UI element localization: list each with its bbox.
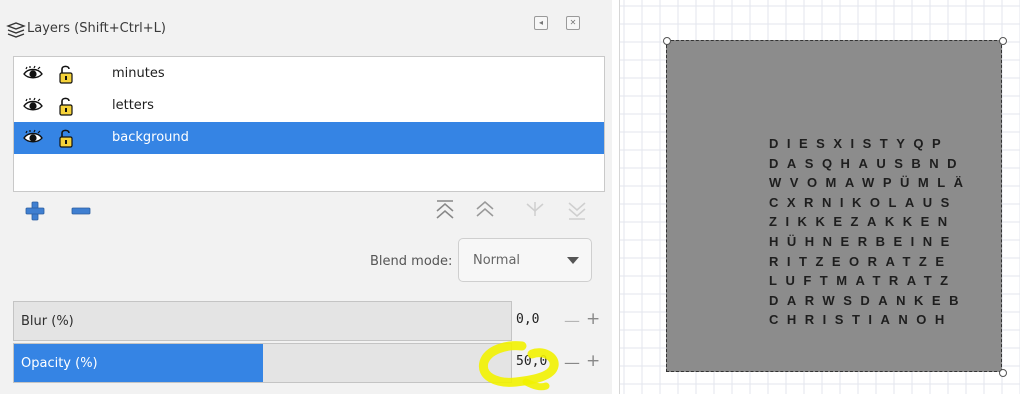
blend-mode-value: Normal <box>473 253 521 268</box>
letter-row: RITZEORATZE <box>769 253 953 269</box>
layer-name[interactable]: letters <box>112 98 154 113</box>
eye-icon[interactable] <box>22 129 44 145</box>
letter-row: CXRNIKOLAUS <box>769 194 958 210</box>
selection-handle[interactable] <box>999 37 1007 45</box>
blend-mode-select[interactable]: Normal <box>458 238 592 282</box>
layer-row[interactable]: letters <box>14 90 604 122</box>
chevron-down-icon <box>567 257 579 264</box>
letter-row: CHRISTIANOH <box>769 312 953 328</box>
blur-value[interactable]: 0,0 <box>516 312 539 327</box>
dock-panel-icon[interactable]: ◂ <box>534 16 548 30</box>
layers-panel: Layers (Shift+Ctrl+L) ◂ ✕ minutes letters… <box>0 0 612 394</box>
letter-row: LUFTMATRATZ <box>769 273 957 289</box>
selection-handle[interactable] <box>999 369 1007 377</box>
blur-slider[interactable]: Blur (%) <box>13 301 512 341</box>
opacity-slider[interactable]: Opacity (%) <box>13 343 512 383</box>
blur-slider-row: Blur (%) 0,0 — + <box>13 301 607 341</box>
lower-to-bottom-icon[interactable] <box>566 198 588 222</box>
letter-grid: DIESXISTYQP DASQHAUSBND WVOMAWPÜMLÄ CXRNIKO… <box>769 136 972 332</box>
background-rectangle[interactable]: DIESXISTYQP DASQHAUSBND WVOMAWPÜMLÄ CXRNIKO… <box>666 40 1002 372</box>
panel-title: Layers (Shift+Ctrl+L) <box>27 21 167 36</box>
layer-row[interactable]: background <box>14 122 604 154</box>
highlighter-scribble <box>478 341 559 391</box>
unlock-icon[interactable] <box>58 96 74 116</box>
lower-icon[interactable] <box>524 198 546 222</box>
opacity-decrement-button[interactable]: — <box>564 353 580 372</box>
drawing-canvas[interactable]: DIESXISTYQP DASQHAUSBND WVOMAWPÜMLÄ CXRNIKO… <box>619 0 1020 394</box>
add-layer-icon[interactable] <box>24 200 46 222</box>
raise-to-top-icon[interactable] <box>434 198 456 222</box>
unlock-icon[interactable] <box>58 64 74 84</box>
letter-row: WVOMAWPÜMLÄ <box>769 175 972 191</box>
letter-row: ZIKKEZAKKEN <box>769 214 956 230</box>
letter-row: DASQHAUSBND <box>769 155 966 171</box>
unlock-icon[interactable] <box>58 128 74 148</box>
layer-name[interactable]: background <box>112 130 189 145</box>
letter-row: DARWSDANKEB <box>769 292 967 308</box>
close-panel-icon[interactable]: ✕ <box>566 16 580 30</box>
layer-name[interactable]: minutes <box>112 66 165 81</box>
layers-icon <box>6 22 26 38</box>
blend-mode-label: Blend mode: <box>370 254 453 269</box>
opacity-label: Opacity (%) <box>21 356 98 371</box>
raise-icon[interactable] <box>474 198 496 222</box>
layer-list: minutes letters background <box>13 56 605 192</box>
panel-title-bar: Layers (Shift+Ctrl+L) ◂ ✕ <box>0 0 612 48</box>
blur-decrement-button[interactable]: — <box>564 311 580 330</box>
blur-label: Blur (%) <box>21 314 74 329</box>
opacity-increment-button[interactable]: + <box>586 351 600 371</box>
remove-layer-icon[interactable] <box>70 200 92 222</box>
letter-row: DIESXISTYQP <box>769 136 950 151</box>
eye-icon[interactable] <box>22 65 44 81</box>
layer-row[interactable]: minutes <box>14 58 604 90</box>
blur-increment-button[interactable]: + <box>586 309 600 329</box>
selection-handle[interactable] <box>663 37 671 45</box>
eye-icon[interactable] <box>22 97 44 113</box>
letter-row: HÜHNERBEINE <box>769 233 958 249</box>
